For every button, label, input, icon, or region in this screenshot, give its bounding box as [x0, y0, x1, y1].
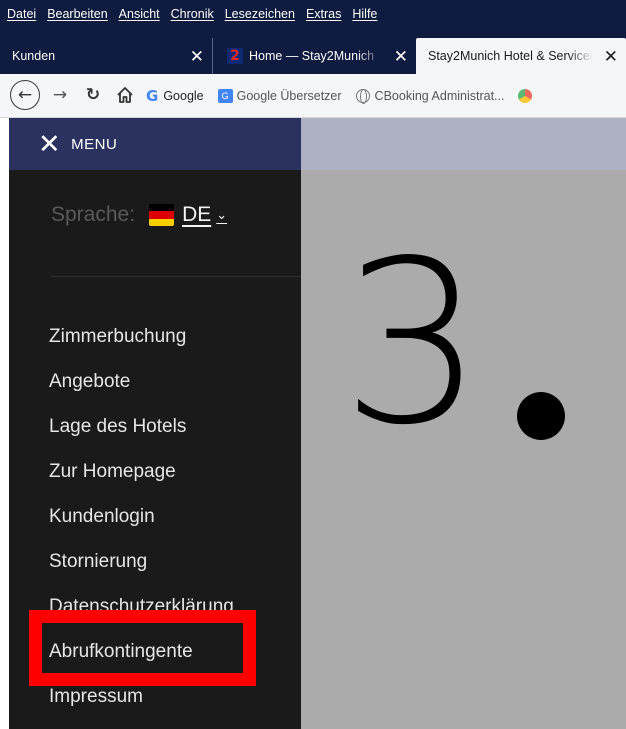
bookmark-google[interactable]: G Google [146, 87, 204, 105]
reload-button[interactable]: ↻ [80, 80, 106, 110]
menu-hilfe[interactable]: Hilfe [352, 7, 377, 21]
stay2munich-favicon: 2 [227, 48, 243, 64]
menu-ansicht[interactable]: Ansicht [119, 7, 160, 21]
german-flag-icon [149, 204, 175, 226]
close-icon[interactable]: ✕ [190, 48, 204, 65]
bookmark-label: Google Übersetzer [236, 89, 342, 103]
tab-bar: Kunden ✕ 2 Home — Stay2Munich ✕ Stay2Mun… [0, 34, 626, 74]
main-content: 3 [301, 170, 626, 729]
tab-title: Home — Stay2Munich [249, 49, 375, 63]
bookmarks-bar: G Google G Google Übersetzer CBooking Ad… [146, 74, 546, 118]
close-icon[interactable]: ✕ [394, 48, 408, 65]
google-translate-icon: G [217, 89, 233, 103]
back-button[interactable]: ← [10, 80, 40, 110]
sidebar-item-angebote[interactable]: Angebote [49, 367, 234, 412]
navigation-toolbar: ← → ↻ G Google G Google Übersetzer CBook… [0, 74, 626, 118]
globe-icon [355, 89, 370, 104]
forward-button[interactable]: → [48, 80, 72, 110]
menu-bearbeiten[interactable]: Bearbeiten [47, 7, 107, 21]
sidebar-item-kundenlogin[interactable]: Kundenlogin [49, 502, 234, 547]
sidebar-item-zimmerbuchung[interactable]: Zimmerbuchung [49, 322, 234, 367]
menu-datei[interactable]: Datei [7, 7, 36, 21]
menu-label: MENU [71, 135, 118, 153]
bookmark-label: CBooking Administrat... [374, 89, 505, 103]
bookmark-google-translate[interactable]: G Google Übersetzer [217, 89, 342, 103]
close-icon: ✕ [38, 128, 62, 159]
divider [51, 276, 301, 277]
tab-kunden[interactable]: Kunden ✕ [0, 38, 212, 74]
language-code: DE [182, 203, 212, 226]
google-icon: G [146, 87, 159, 105]
sidebar-item-stornierung[interactable]: Stornierung [49, 547, 234, 592]
home-button[interactable] [112, 80, 138, 110]
arrow-right-icon: → [52, 85, 68, 105]
menu-chronik[interactable]: Chronik [171, 7, 214, 21]
sidebar-item-impressum[interactable]: Impressum [49, 682, 234, 727]
menu-lesezeichen[interactable]: Lesezeichen [225, 7, 295, 21]
tab-home-stay2munich[interactable]: 2 Home — Stay2Munich ✕ [212, 38, 416, 74]
arrow-left-icon: ← [17, 85, 33, 105]
highlight-box [29, 610, 256, 686]
language-label: Sprache: [51, 203, 136, 226]
close-icon[interactable]: ✕ [604, 48, 618, 65]
sidebar-item-zur-homepage[interactable]: Zur Homepage [49, 457, 234, 502]
language-dropdown[interactable]: DE ⌄ [182, 203, 227, 227]
reload-icon: ↻ [85, 85, 101, 105]
bookmark-label: Google [163, 89, 204, 103]
tab-title: Stay2Munich Hotel & Serviced [428, 49, 593, 63]
tab-title: Kunden [12, 49, 56, 63]
sidebar-item-lage-des-hotels[interactable]: Lage des Hotels [49, 412, 234, 457]
chevron-down-icon: ⌄ [216, 207, 228, 222]
chrome-icon [518, 89, 533, 103]
site-header: ✕ MENU [9, 118, 626, 170]
menu-toggle-button[interactable]: ✕ MENU [9, 118, 301, 170]
step-number-dot [517, 392, 565, 440]
bookmark-cbooking[interactable]: CBooking Administrat... [355, 89, 505, 104]
bookmark-chrome[interactable] [518, 89, 533, 103]
language-selector: Sprache: DE ⌄ [51, 203, 227, 227]
menu-extras[interactable]: Extras [306, 7, 341, 21]
tab-stay2munich-active[interactable]: Stay2Munich Hotel & Serviced ✕ [416, 38, 626, 74]
menu-bar: Datei Bearbeiten Ansicht Chronik Lesezei… [0, 0, 626, 34]
step-number: 3 [341, 213, 484, 475]
home-icon [117, 87, 133, 103]
